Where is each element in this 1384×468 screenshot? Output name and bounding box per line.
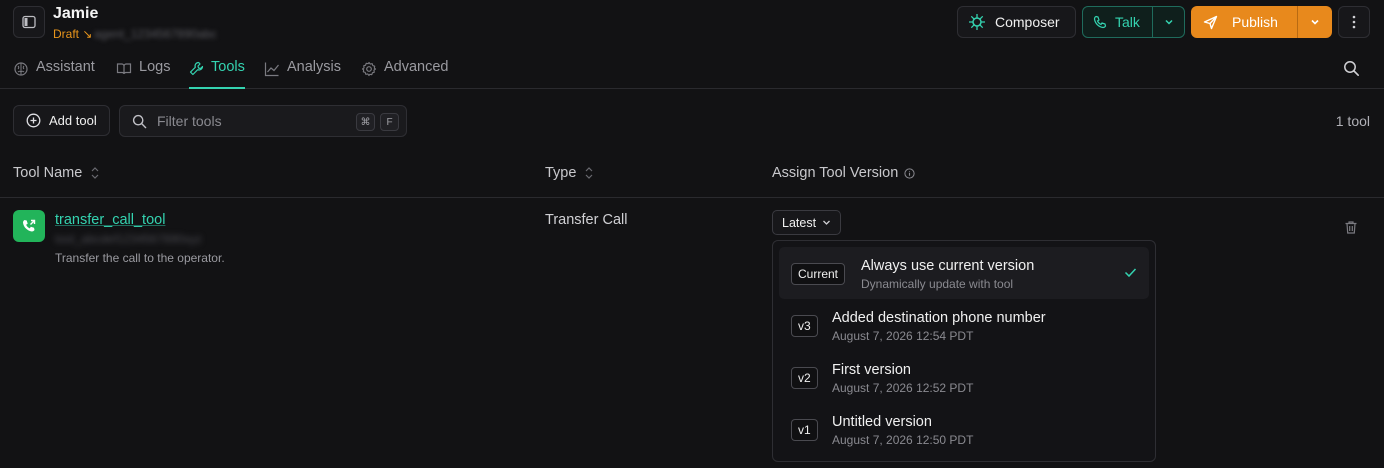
version-badge: Current [791,263,846,285]
talk-label: Talk [1115,14,1140,30]
version-option-label: Untitled version [832,414,932,430]
version-option-subtitle: Dynamically update with tool [861,277,1014,291]
sort-icon [91,167,99,179]
chevron-down-icon [823,220,831,225]
gear-icon [361,61,377,77]
talk-button-group: Talk [1082,6,1185,38]
search-icon [132,114,147,128]
brain-icon [14,62,28,76]
add-tool-label: Add tool [49,113,97,128]
search-icon [1344,61,1359,76]
tab-advanced-label: Advanced [384,59,449,75]
draft-status[interactable]: Draft ↘ [53,27,92,41]
tab-analysis-label: Analysis [287,59,341,75]
transfer-call-icon [13,210,45,242]
sidebar-toggle-button[interactable] [13,6,45,38]
filter-tools-field: ⌘ F [119,105,407,137]
column-assign-version: Assign Tool Version [772,165,915,181]
tool-version-select[interactable]: Latest [772,210,841,235]
column-type[interactable]: Type [545,165,594,181]
version-option-subtitle: August 7, 2026 12:52 PDT [832,381,974,395]
tool-id-masked: tool_abcdef1234567890xyz [55,232,202,246]
book-icon [116,63,132,75]
version-option-label: Always use current version [861,258,1035,274]
delete-tool-button[interactable] [1344,220,1358,238]
version-badge: v1 [791,419,818,441]
more-vertical-icon [1352,15,1356,29]
tool-type: Transfer Call [545,212,628,228]
version-option-subtitle: August 7, 2026 12:54 PDT [832,329,974,343]
composer-icon [969,14,985,30]
agent-id-masked: agent_1234567890abc [94,27,217,41]
wrench-icon [189,61,204,76]
tool-description: Transfer the call to the operator. [55,251,225,265]
add-tool-button[interactable]: Add tool [13,105,110,136]
version-option-label: First version [832,362,911,378]
sort-icon [586,167,593,179]
global-search-button[interactable] [1343,60,1360,80]
column-tool-name-label: Tool Name [13,165,83,181]
version-option-v2[interactable]: v2 First version August 7, 2026 12:52 PD… [779,351,1149,403]
publish-button[interactable]: Publish [1191,6,1298,38]
publish-button-group: Publish [1191,6,1332,38]
plus-circle-icon [26,113,41,128]
agent-name: Jamie [53,5,99,22]
chevron-down-icon [1311,19,1319,25]
tool-name-link[interactable]: transfer_call_tool [55,212,165,228]
top-bar: Jamie Draft ↘ agent_1234567890abc Compos… [0,0,1384,44]
version-badge: v2 [791,367,818,389]
table-header: Tool Name Type Assign Tool Version [0,152,1384,198]
column-tool-name[interactable]: Tool Name [13,165,100,181]
version-badge: v3 [791,315,818,337]
tab-advanced[interactable]: Advanced [361,59,449,89]
tab-analysis[interactable]: Analysis [264,59,341,89]
tab-assistant[interactable]: Assistant [13,59,95,89]
phone-icon [1093,15,1107,29]
tab-logs[interactable]: Logs [116,59,170,89]
tools-toolbar: Add tool ⌘ F 1 tool [0,105,1384,137]
composer-label: Composer [995,14,1060,30]
tool-version-dropdown: Current Always use current version Dynam… [772,240,1156,462]
table-row: transfer_call_tool tool_abcdef1234567890… [0,198,1384,278]
chart-icon [264,62,279,77]
more-options-button[interactable] [1338,6,1370,38]
draft-status-label: Draft [53,27,80,41]
tab-bar: Assistant Logs Tools Analysis Advanced [0,52,1384,89]
talk-options-button[interactable] [1153,7,1184,37]
sidebar-icon [22,15,36,29]
trash-icon [1345,221,1357,234]
version-option-subtitle: August 7, 2026 12:50 PDT [832,433,974,447]
version-option-v3[interactable]: v3 Added destination phone number August… [779,299,1149,351]
publish-label: Publish [1232,14,1278,30]
version-option-label: Added destination phone number [832,310,1046,326]
tab-logs-label: Logs [139,59,171,75]
filter-tools-input[interactable] [157,113,337,129]
draft-indicator-icon: ↘ [82,27,93,41]
checkmark-icon [1124,268,1137,278]
send-icon [1203,15,1218,29]
version-option-v1[interactable]: v1 Untitled version August 7, 2026 12:50… [779,403,1149,455]
shortcut-key-cmd: ⌘ [356,113,375,131]
tool-count: 1 tool [1335,113,1370,129]
info-icon[interactable] [904,167,915,179]
version-option-current[interactable]: Current Always use current version Dynam… [779,247,1149,299]
column-type-label: Type [545,165,577,181]
shortcut-key-f: F [380,113,399,131]
composer-button[interactable]: Composer [957,6,1076,38]
column-assign-version-label: Assign Tool Version [772,165,899,181]
chevron-down-icon [1164,19,1173,25]
tab-assistant-label: Assistant [36,59,95,75]
tab-tools-label: Tools [211,59,245,75]
tab-tools[interactable]: Tools [189,59,245,89]
tool-version-value: Latest [782,215,817,230]
talk-button[interactable]: Talk [1083,7,1153,37]
publish-options-button[interactable] [1298,6,1332,38]
